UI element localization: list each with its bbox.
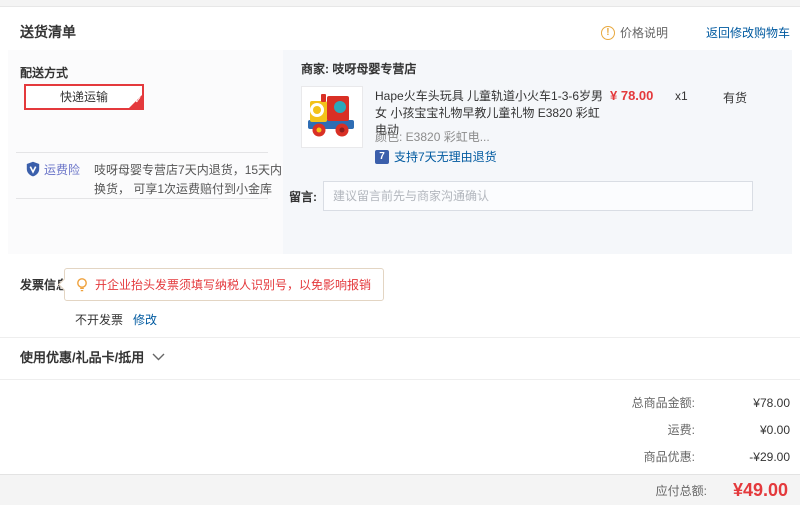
product-price: ¥ 78.00 bbox=[610, 88, 653, 103]
summary-value: ¥78.00 bbox=[695, 390, 790, 417]
summary-value: -¥29.00 bbox=[695, 444, 790, 471]
coupon-section-toggle[interactable]: 使用优惠/礼品卡/抵用 bbox=[20, 347, 165, 366]
return-policy-row: 7 支持7天无理由退货 bbox=[375, 148, 497, 165]
summary-row-discount: 商品优惠: -¥29.00 bbox=[470, 444, 790, 471]
invoice-type-value: 不开发票 bbox=[75, 311, 123, 328]
toy-train-image bbox=[302, 87, 362, 147]
product-row: Hape火车头玩具 儿童轨道小火车1-3-6岁男女 小孩宝宝礼物早教儿童礼物 E… bbox=[301, 86, 786, 176]
back-to-cart-link[interactable]: 返回修改购物车 bbox=[706, 24, 790, 41]
seven-day-return-icon: 7 bbox=[375, 150, 389, 164]
lightbulb-icon bbox=[75, 277, 89, 293]
summary-label: 运费: bbox=[668, 417, 695, 444]
message-input[interactable] bbox=[323, 181, 753, 211]
return-policy-text: 支持7天无理由退货 bbox=[394, 148, 497, 165]
invoice-type-row: 不开发票 修改 bbox=[75, 311, 157, 328]
divider bbox=[16, 152, 268, 153]
divider bbox=[16, 198, 268, 199]
payable-total-bar: 应付总额: ¥49.00 bbox=[0, 474, 800, 505]
summary-row-shipping: 运费: ¥0.00 bbox=[470, 417, 790, 444]
price-note-label: 价格说明 bbox=[620, 24, 668, 41]
divider bbox=[0, 379, 800, 380]
summary-row-total-goods: 总商品金额: ¥78.00 bbox=[470, 390, 790, 417]
delivery-column: 配送方式 快递运输 ✓ 运费险 吱呀母婴专营店7天内退货，15天内换货， 可享1… bbox=[8, 50, 283, 254]
order-summary: 总商品金额: ¥78.00 运费: ¥0.00 商品优惠: -¥29.00 bbox=[470, 390, 790, 471]
delivery-method-label: 配送方式 bbox=[20, 64, 68, 81]
payable-total-value: ¥49.00 bbox=[733, 480, 788, 501]
merchant-column: 商家: 吱呀母婴专营店 Hap bbox=[283, 50, 792, 254]
coupon-section-label: 使用优惠/礼品卡/抵用 bbox=[20, 347, 144, 366]
product-image[interactable] bbox=[301, 86, 363, 148]
summary-value: ¥0.00 bbox=[695, 417, 790, 444]
top-remnant-strip bbox=[0, 0, 800, 7]
page-title: 送货清单 bbox=[20, 22, 76, 42]
message-label: 留言: bbox=[289, 188, 317, 205]
freight-insurance-row: 运费险 吱呀母婴专营店7天内退货，15天内换货， 可享1次运费赔付到小金库 bbox=[25, 161, 284, 199]
message-row: 留言: bbox=[289, 181, 753, 211]
insurance-desc-line2: 可享1次运费赔付到小金库 bbox=[133, 182, 272, 196]
payable-total-label: 应付总额: bbox=[656, 482, 707, 499]
invoice-tip-text: 开企业抬头发票须填写纳税人识别号，以免影响报销 bbox=[95, 276, 371, 293]
product-quantity: x1 bbox=[675, 89, 688, 103]
merchant-name: 商家: 吱呀母婴专营店 bbox=[301, 60, 416, 77]
express-delivery-label: 快递运输 bbox=[60, 90, 108, 104]
express-delivery-button[interactable]: 快递运输 ✓ bbox=[24, 84, 144, 110]
invoice-tip-bubble: 开企业抬头发票须填写纳税人识别号，以免影响报销 bbox=[64, 268, 384, 301]
summary-label: 商品优惠: bbox=[644, 444, 695, 471]
product-color: 颜色: E3820 彩虹电... bbox=[375, 128, 490, 145]
invoice-modify-link[interactable]: 修改 bbox=[133, 311, 157, 328]
shield-icon bbox=[25, 161, 41, 177]
order-panel: 配送方式 快递运输 ✓ 运费险 吱呀母婴专营店7天内退货，15天内换货， 可享1… bbox=[8, 50, 792, 254]
price-note-link[interactable]: ! 价格说明 bbox=[601, 24, 668, 41]
header-links: ! 价格说明 返回修改购物车 bbox=[601, 24, 790, 41]
stock-status: 有货 bbox=[723, 89, 747, 106]
summary-label: 总商品金额: bbox=[632, 390, 695, 417]
warning-circle-icon: ! bbox=[601, 26, 615, 40]
freight-insurance-desc: 吱呀母婴专营店7天内退货，15天内换货， 可享1次运费赔付到小金库 bbox=[94, 161, 284, 199]
selected-check-icon: ✓ bbox=[134, 89, 142, 111]
divider bbox=[0, 337, 800, 338]
freight-insurance-link[interactable]: 运费险 bbox=[44, 161, 80, 178]
chevron-down-icon bbox=[152, 353, 165, 361]
